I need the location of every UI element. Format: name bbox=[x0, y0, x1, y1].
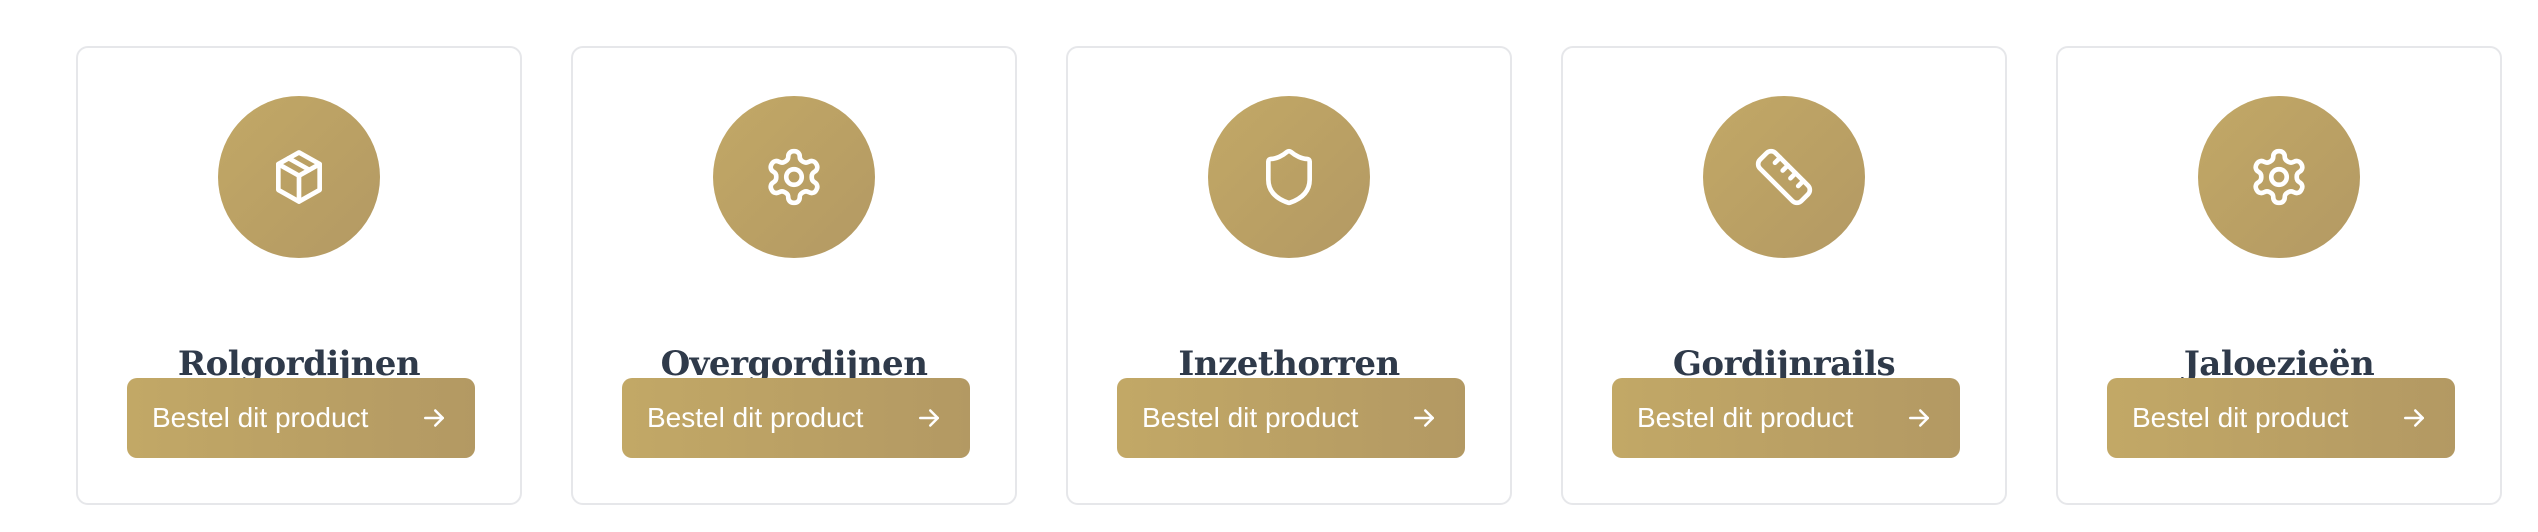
product-card-grid: Rolgordijnen Bestel dit product Overgord… bbox=[76, 46, 2502, 505]
order-button-label: Bestel dit product bbox=[2132, 402, 2349, 433]
arrow-right-icon bbox=[1909, 409, 1929, 427]
product-card-jaloezieen: Jaloezieën Bestel dit product bbox=[2056, 46, 2502, 505]
order-button-label: Bestel dit product bbox=[1142, 402, 1359, 433]
order-product-button[interactable]: Bestel dit product bbox=[622, 378, 970, 458]
arrow-right-icon bbox=[2404, 409, 2424, 427]
order-product-button[interactable]: Bestel dit product bbox=[127, 378, 475, 458]
icon-badge bbox=[1208, 96, 1370, 258]
shield-icon bbox=[1266, 148, 1312, 206]
box-icon bbox=[276, 150, 322, 204]
icon-badge bbox=[713, 96, 875, 258]
arrow-right-icon bbox=[424, 409, 444, 427]
product-card-overgordijnen: Overgordijnen Bestel dit product bbox=[571, 46, 1017, 505]
order-button-label: Bestel dit product bbox=[647, 402, 864, 433]
icon-badge bbox=[1703, 96, 1865, 258]
order-button-label: Bestel dit product bbox=[1637, 402, 1854, 433]
gear-icon bbox=[2253, 148, 2305, 206]
order-product-button[interactable]: Bestel dit product bbox=[1612, 378, 1960, 458]
order-product-button[interactable]: Bestel dit product bbox=[1117, 378, 1465, 458]
arrow-right-icon bbox=[919, 409, 939, 427]
product-card-rolgordijnen: Rolgordijnen Bestel dit product bbox=[76, 46, 522, 505]
order-product-button[interactable]: Bestel dit product bbox=[2107, 378, 2455, 458]
arrow-right-icon bbox=[1414, 409, 1434, 427]
product-card-inzethorren: Inzethorren Bestel dit product bbox=[1066, 46, 1512, 505]
product-card-gordijnrails: Gordijnrails Bestel dit product bbox=[1561, 46, 2007, 505]
order-button-label: Bestel dit product bbox=[152, 402, 369, 433]
gear-icon bbox=[768, 148, 820, 206]
icon-badge bbox=[218, 96, 380, 258]
ruler-icon bbox=[1755, 148, 1813, 206]
icon-badge bbox=[2198, 96, 2360, 258]
